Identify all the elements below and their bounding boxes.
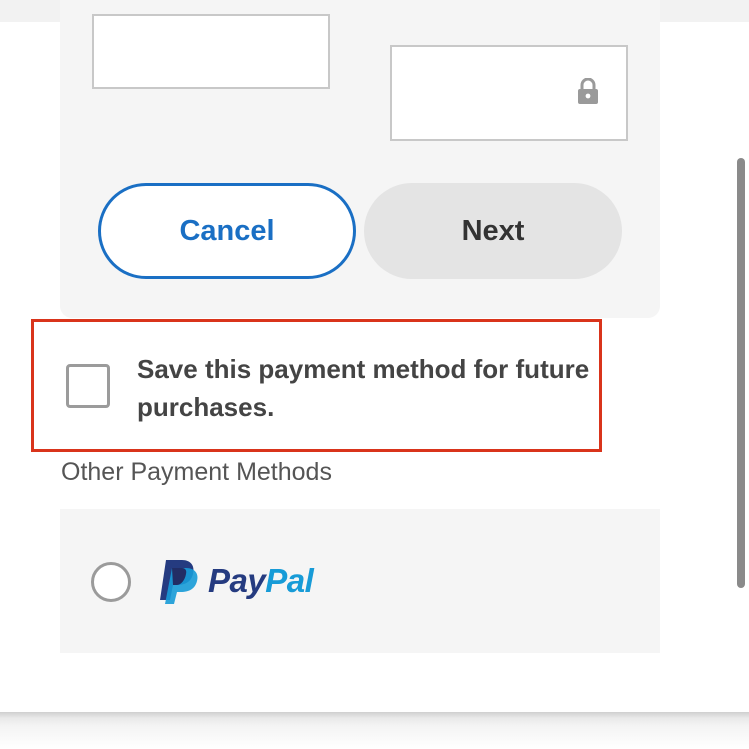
bottom-bar-shadow	[0, 712, 749, 749]
other-payment-methods-title: Other Payment Methods	[61, 458, 332, 486]
scrollbar[interactable]	[737, 158, 745, 588]
lock-icon	[578, 78, 598, 104]
paypal-option-panel[interactable]	[60, 509, 660, 653]
card-input-field[interactable]	[92, 14, 330, 89]
cancel-button[interactable]: Cancel	[98, 183, 356, 279]
next-button-label: Next	[461, 214, 525, 247]
cancel-button-label: Cancel	[179, 214, 275, 247]
paypal-wordmark-pal: Pal	[265, 562, 314, 599]
paypal-logo: PayPal	[158, 558, 314, 604]
save-payment-label: Save this payment method for future purc…	[137, 354, 590, 422]
paypal-wordmark: PayPal	[208, 562, 314, 600]
next-button[interactable]: Next	[364, 183, 622, 279]
paypal-radio-button[interactable]	[91, 562, 131, 602]
save-payment-checkbox[interactable]	[66, 364, 110, 408]
paypal-wordmark-pay: Pay	[208, 562, 266, 599]
paypal-icon	[160, 560, 198, 604]
